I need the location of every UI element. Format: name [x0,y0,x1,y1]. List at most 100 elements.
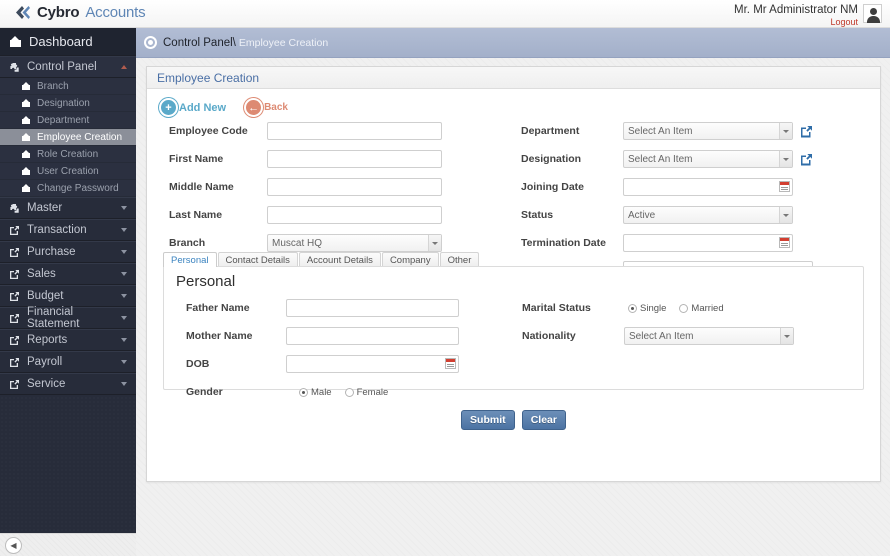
designation-open-external-icon[interactable] [800,153,813,166]
field-label: Employee Code [169,125,248,137]
sidebar-item-department[interactable]: Department [0,112,136,129]
sidebar-item-designation[interactable]: Designation [0,95,136,112]
chevron-down-icon[interactable] [779,123,792,139]
puzzle-icon [9,203,20,214]
sidebar-group-label: Transaction [27,224,87,236]
sidebar-group-reports[interactable]: Reports [0,329,136,351]
last-name-input[interactable] [267,206,442,224]
middle-name-input[interactable] [267,178,442,196]
action-bar: + Add New ← Back [147,89,880,121]
submit-button[interactable]: Submit [461,410,515,430]
mother-name-input[interactable] [286,327,459,345]
radio-icon[interactable] [628,303,637,313]
status-select[interactable]: Active [623,206,793,224]
external-box-icon [9,313,20,324]
gender-option-female[interactable]: Female [344,386,388,398]
calendar-icon[interactable] [445,358,456,369]
chevron-up-icon [121,65,127,69]
field-label: Branch [169,237,206,249]
sidebar-group-transaction[interactable]: Transaction [0,219,136,241]
sidebar-item-employee-creation[interactable]: Employee Creation [0,129,136,146]
department-open-external-icon[interactable] [800,125,813,138]
nationality-select[interactable]: Select An Item [624,327,794,345]
sidebar-item-branch[interactable]: Branch [0,78,136,95]
radio-icon[interactable] [344,387,354,397]
designation-select[interactable]: Select An Item [623,150,793,168]
father-name-input[interactable] [286,299,459,317]
clear-button[interactable]: Clear [521,410,566,430]
sidebar-group-service[interactable]: Service [0,373,136,395]
first-name-input[interactable] [267,150,442,168]
gender-option-male[interactable]: Male [299,386,332,398]
field-first-name: First Name [169,149,449,169]
dob-input[interactable] [286,355,459,373]
sidebar-item-label: Employee Creation [37,131,123,143]
radio-label: Single [640,302,667,314]
sidebar-item-change-password[interactable]: Change Password [0,180,136,197]
external-box-icon [9,379,20,390]
sidebar-group-master[interactable]: Master [0,197,136,219]
sidebar-group-control-panel[interactable]: Control Panel [0,56,136,78]
calendar-icon[interactable] [779,181,790,192]
sidebar-group-sales[interactable]: Sales [0,263,136,285]
chevron-down-icon [121,272,127,276]
field-termination-date: Termination Date [521,233,841,253]
employee-creation-panel: Employee Creation + Add New ← Back Emplo… [146,66,881,482]
sidebar-group-label: Purchase [27,246,76,258]
logout-link[interactable]: Logout [734,17,858,28]
sidebar-group-budget[interactable]: Budget [0,285,136,307]
marital-option-single[interactable]: Single [628,302,666,314]
field-status: Status Active [521,205,841,225]
chevron-down-icon [121,316,127,320]
chevron-down-icon [121,360,127,364]
termination-date-input[interactable] [623,234,793,252]
back-button[interactable]: ← Back [244,98,288,117]
field-label: Nationality [522,330,576,342]
calendar-icon[interactable] [779,237,790,248]
nationality-select-value: Select An Item [629,330,694,342]
field-label: Last Name [169,209,223,221]
chevron-down-icon [121,228,127,232]
add-new-label: Add New [179,101,227,114]
breadcrumb-parent[interactable]: Control Panel\ [163,37,236,49]
field-label: Marital Status [522,302,591,314]
field-department: Department Select An Item [521,121,841,141]
chevron-down-icon[interactable] [779,207,792,223]
branch-select[interactable]: Muscat HQ [267,234,442,252]
sidebar-group-payroll[interactable]: Payroll [0,351,136,373]
chevron-down-icon [121,250,127,254]
brand-logo[interactable]: Cybro Accounts [14,4,146,21]
chevron-down-icon[interactable] [428,235,441,251]
sidebar-item-user-creation[interactable]: User Creation [0,163,136,180]
branch-select-value: Muscat HQ [272,237,323,249]
employee-code-input[interactable] [267,122,442,140]
chevron-down-icon[interactable] [780,328,793,344]
sidebar-item-dashboard[interactable]: Dashboard [0,28,136,56]
external-box-icon [9,357,20,368]
field-father-name: Father Name [186,298,476,318]
back-label: Back [264,102,288,113]
chevron-down-icon [121,294,127,298]
sidebar-item-role-creation[interactable]: Role Creation [0,146,136,163]
home-icon [22,133,30,141]
tab-personal[interactable]: Personal [163,252,217,267]
field-label: Designation [521,153,582,165]
sidebar-group-purchase[interactable]: Purchase [0,241,136,263]
radio-icon[interactable] [679,303,689,313]
field-label: Joining Date [521,181,585,193]
add-new-button[interactable]: + Add New [159,98,226,117]
home-icon [22,184,30,192]
radio-icon[interactable] [299,387,308,397]
joining-date-input[interactable] [623,178,793,196]
sidebar-group-financial-statement[interactable]: Financial Statement [0,306,136,330]
marital-option-married[interactable]: Married [679,302,724,314]
field-label: First Name [169,153,224,165]
sidebar-item-label: Department [37,114,90,126]
field-gender: Gender Male Female [186,382,476,402]
collapse-sidebar-icon[interactable]: ◀ [5,537,22,554]
chevron-down-icon[interactable] [779,151,792,167]
field-dob: DOB [186,354,476,374]
user-avatar-icon[interactable] [863,4,882,23]
department-select[interactable]: Select An Item [623,122,793,140]
external-box-icon [9,291,20,302]
